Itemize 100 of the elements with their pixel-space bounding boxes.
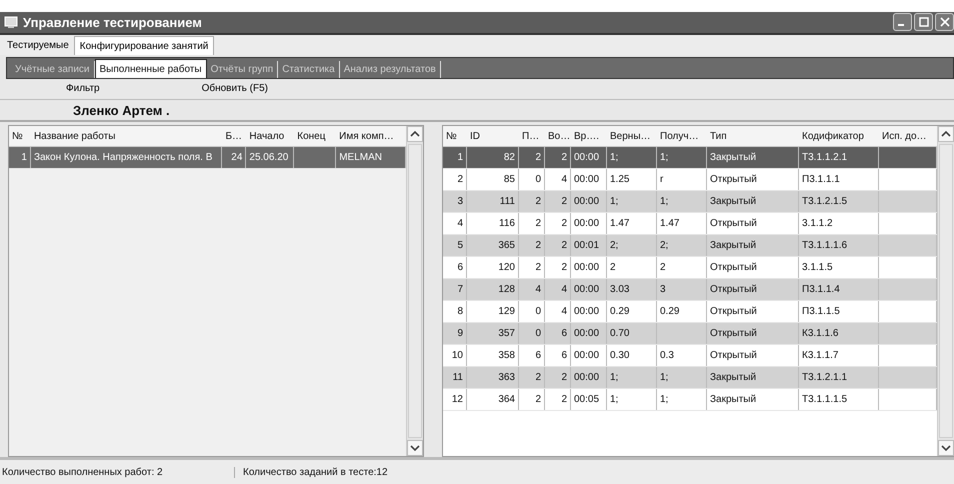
tab[interactable]: Конфигурирование занятий xyxy=(74,36,214,56)
scroll-up-icon[interactable] xyxy=(407,126,423,142)
column-header[interactable]: Кодификатор xyxy=(799,130,879,142)
table-cell: Открытый xyxy=(710,328,757,340)
table-cell: 24 xyxy=(231,152,242,164)
table-cell: Открытый xyxy=(710,174,757,186)
toolbar-button[interactable]: Фильтр xyxy=(62,82,104,96)
table-cell: 1 xyxy=(457,152,463,164)
table-cell: 00:00 xyxy=(574,328,600,340)
table-cell: 358 xyxy=(498,350,515,362)
table-cell: 1.47 xyxy=(660,218,680,230)
table-cell: 2 xyxy=(535,218,541,230)
table-cell: 4 xyxy=(561,174,567,186)
table-cell: 0.29 xyxy=(660,306,680,318)
table-cell: 1; xyxy=(610,372,618,384)
column-header[interactable]: Получ… xyxy=(657,130,707,142)
column-header[interactable]: № xyxy=(443,130,467,142)
table-cell: 25.06.20 xyxy=(249,152,288,164)
scroll-down-icon[interactable] xyxy=(938,440,954,456)
close-button[interactable] xyxy=(935,13,954,32)
table-row[interactable]: 4 116 2 2 00:00 1.47 1.47 Открытый 3.1.1.2 xyxy=(443,213,937,236)
column-header[interactable]: Название работы xyxy=(30,130,222,142)
table-cell: 2 xyxy=(535,372,541,384)
table-cell: 00:00 xyxy=(574,262,600,274)
table-cell: 3 xyxy=(660,284,666,296)
table-cell: 3.1.1.5 xyxy=(802,262,833,274)
column-header[interactable]: Б… xyxy=(222,130,246,142)
table-cell: Закрытый xyxy=(710,196,756,208)
table-cell: Открытый xyxy=(710,218,757,230)
table-cell: 00:00 xyxy=(574,306,600,318)
app-icon xyxy=(4,15,18,30)
table-row[interactable]: 11 363 2 2 00:00 1; 1; Закрытый Т3.1.2.1.1 xyxy=(443,367,937,390)
table-cell: 00:00 xyxy=(574,152,600,164)
table-cell: 3.03 xyxy=(610,284,630,296)
table-cell: 6 xyxy=(457,262,463,274)
toolbar-button[interactable]: Обновить (F5) xyxy=(198,82,272,96)
table-cell: 00:00 xyxy=(574,174,600,186)
column-header[interactable]: Во… xyxy=(545,130,571,142)
table-row[interactable]: 3 111 2 2 00:00 1; 1; Закрытый Т3.1.2.1.5 xyxy=(443,191,937,214)
table-cell: К3.1.1.7 xyxy=(802,350,838,362)
table-row[interactable]: 7 128 4 4 00:00 3.03 3 Открытый П3.1.1.4 xyxy=(443,279,937,302)
table-cell: 00:00 xyxy=(574,218,600,230)
table-cell: 6 xyxy=(561,328,567,340)
table-cell: 82 xyxy=(504,152,515,164)
column-header[interactable]: ID xyxy=(467,130,519,142)
table-cell: Т3.1.1.1.6 xyxy=(802,240,848,252)
table-cell: Закрытый xyxy=(710,152,756,164)
table-row[interactable]: 6 120 2 2 00:00 2 2 Открытый 3.1.1.5 xyxy=(443,257,937,280)
table-row[interactable]: 1 Закон Кулона. Напряженность поля. В 24 25.06.20 MELMAN xyxy=(9,147,406,170)
table-cell: 2 xyxy=(535,262,541,274)
table-cell: 363 xyxy=(498,372,515,384)
table-cell: Закрытый xyxy=(710,240,756,252)
scrollbar[interactable] xyxy=(406,126,423,456)
table-cell: 1; xyxy=(660,372,668,384)
table-cell: 111 xyxy=(500,196,515,208)
column-header[interactable]: Верны… xyxy=(607,130,657,142)
table-cell: Т3.1.2.1.1 xyxy=(802,372,848,384)
column-header[interactable]: № xyxy=(9,130,31,142)
column-header[interactable]: Вр…. xyxy=(571,130,607,142)
table-cell: 364 xyxy=(498,394,515,406)
table-cell: Т3.1.2.1.5 xyxy=(802,196,848,208)
scroll-down-icon[interactable] xyxy=(407,440,423,456)
table-row[interactable]: 8 129 0 4 00:00 0.29 0.29 Открытый П3.1.1.5 xyxy=(443,301,937,324)
table-cell: 0 xyxy=(535,328,541,340)
scrollbar[interactable] xyxy=(937,126,954,456)
table-cell: 00:00 xyxy=(574,350,600,362)
column-header[interactable]: Тип xyxy=(707,130,799,142)
table-cell: 128 xyxy=(498,284,515,296)
table-row[interactable]: 10 358 6 6 00:00 0.30 0.3 Открытый К3.1.1.7 xyxy=(443,345,937,368)
table-row[interactable]: 9 357 0 6 00:00 0.70 Открытый К3.1.1.6 xyxy=(443,323,937,346)
minimize-button[interactable] xyxy=(893,13,912,32)
table-cell: 4 xyxy=(535,284,541,296)
maximize-icon xyxy=(918,17,928,28)
table-row[interactable]: 5 365 2 2 00:01 2; 2; Закрытый Т3.1.1.1.6 xyxy=(443,235,937,258)
column-header[interactable]: Конец xyxy=(294,130,336,142)
column-header[interactable]: П… xyxy=(519,130,545,142)
table-row[interactable]: 2 85 0 4 00:00 1.25 r Открытый П3.1.1.1 xyxy=(443,169,937,192)
column-header[interactable]: Имя комп… xyxy=(336,130,406,142)
table-row[interactable]: 12 364 2 2 00:05 1; 1; Закрытый Т3.1.1.1.5 xyxy=(443,389,937,412)
table-cell: 1 xyxy=(21,152,27,164)
maximize-button[interactable] xyxy=(914,13,933,32)
column-header[interactable]: Исп. до… xyxy=(879,130,937,142)
tab[interactable]: Выполненные работы xyxy=(94,59,207,78)
table-cell: 357 xyxy=(498,328,515,340)
table-cell: 2 xyxy=(535,394,541,406)
status-text: Количество заданий в тесте:12 xyxy=(242,466,388,478)
scroll-up-icon[interactable] xyxy=(938,126,954,142)
table-cell: r xyxy=(660,174,664,186)
tab[interactable]: Тестируемые xyxy=(2,36,74,56)
table-cell: 00:01 xyxy=(574,240,600,252)
table-cell: П3.1.1.4 xyxy=(802,284,840,296)
table-cell: 11 xyxy=(452,372,463,384)
table-cell: 2 xyxy=(561,372,567,384)
column-header[interactable]: Начало xyxy=(246,130,294,142)
table-row[interactable]: 1 82 2 2 00:00 1; 1; Закрытый Т3.1.1.2.1 xyxy=(443,147,937,170)
table-cell: 1; xyxy=(610,196,618,208)
table-cell: 2 xyxy=(535,240,541,252)
table-cell: 3.1.1.2 xyxy=(802,218,833,230)
table-cell: 9 xyxy=(457,328,463,340)
table-cell: 0 xyxy=(535,174,541,186)
